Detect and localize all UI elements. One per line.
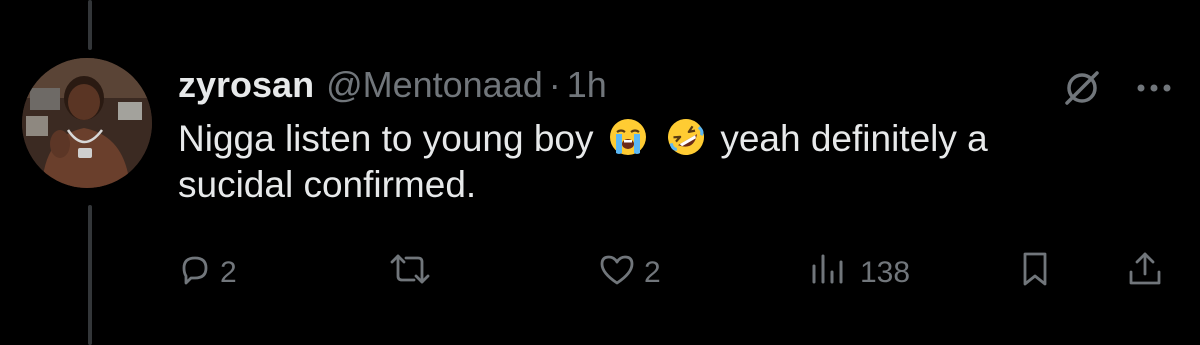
share-button[interactable] [1126, 248, 1164, 298]
grok-icon[interactable] [1062, 68, 1102, 108]
share-icon [1126, 250, 1164, 296]
analytics-icon [808, 252, 852, 294]
tweet-text: Nigga listen to young boy yeah definitel [178, 116, 1158, 208]
rolling-on-floor-laughing-icon [666, 117, 706, 157]
reply-button[interactable]: 2 [178, 248, 237, 298]
views-button[interactable]: 138 [808, 248, 910, 298]
reply-count: 2 [220, 256, 237, 289]
user-handle[interactable]: @Mentonaad [326, 64, 543, 106]
action-bar: 2 2 138 [0, 248, 1200, 298]
reply-icon [178, 252, 212, 294]
display-name[interactable]: zyrosan [178, 64, 314, 106]
views-count: 138 [860, 256, 911, 289]
tweet-text-line1-after: yeah definitely a [720, 118, 988, 159]
like-count: 2 [644, 256, 661, 289]
timestamp[interactable]: 1h [567, 64, 607, 106]
repost-button[interactable] [388, 248, 440, 298]
thread-line-top [88, 0, 92, 50]
tweet-text-line2: sucidal confirmed. [178, 164, 477, 205]
bookmark-icon [1018, 251, 1052, 295]
loudly-crying-face-icon [608, 117, 648, 157]
like-button[interactable]: 2 [598, 248, 661, 298]
separator-dot: · [548, 64, 561, 105]
header-icons [1062, 68, 1172, 108]
tweet-text-line1: Nigga listen to young boy [178, 118, 594, 159]
tweet-header: zyrosan @Mentonaad · 1h [178, 64, 607, 110]
avatar[interactable] [22, 58, 152, 188]
bookmark-button[interactable] [1018, 248, 1052, 298]
repost-icon [388, 252, 432, 294]
more-options-icon[interactable] [1136, 82, 1172, 94]
heart-icon [598, 252, 636, 294]
